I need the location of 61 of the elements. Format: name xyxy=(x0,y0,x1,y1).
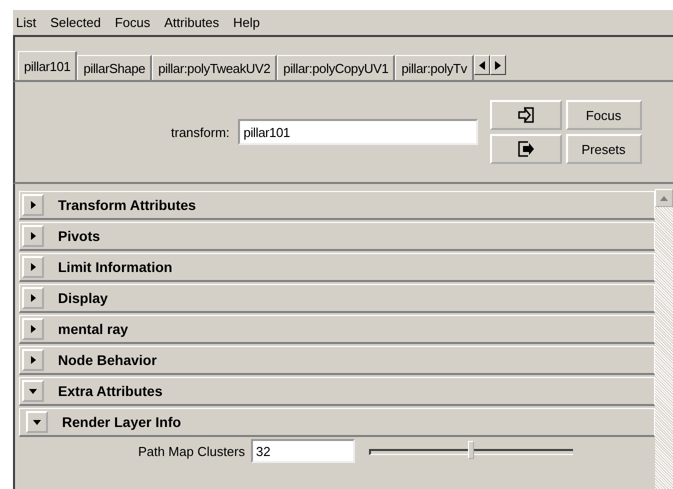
right-triangle-icon xyxy=(28,324,38,334)
node-name-field[interactable]: pillar101 xyxy=(238,119,478,145)
expand-toggle[interactable] xyxy=(22,287,44,309)
section-title: Display xyxy=(58,290,108,306)
menu-item[interactable]: Focus xyxy=(114,15,150,30)
arrow-into-box-icon xyxy=(516,107,535,123)
section-title: Pivots xyxy=(58,228,100,244)
section-header[interactable]: Render Layer Info xyxy=(19,408,655,437)
focus-button[interactable]: Focus xyxy=(566,100,642,130)
section-title: Render Layer Info xyxy=(62,414,182,430)
menu-item[interactable]: Selected xyxy=(50,15,101,30)
section-title: Transform Attributes xyxy=(58,197,196,213)
expand-toggle[interactable] xyxy=(22,256,44,278)
right-triangle-icon xyxy=(28,262,38,272)
menu-item[interactable]: Attributes xyxy=(164,15,220,30)
section-title: Limit Information xyxy=(58,259,172,275)
tab[interactable]: pillar101 xyxy=(18,51,78,80)
presets-button[interactable]: Presets xyxy=(566,134,642,164)
menu-item[interactable]: List xyxy=(16,15,36,30)
expand-toggle[interactable] xyxy=(22,380,44,402)
slider-thumb[interactable] xyxy=(468,441,474,459)
expand-toggle[interactable] xyxy=(22,194,44,216)
slider-track[interactable] xyxy=(369,441,573,461)
scroll-left-button[interactable] xyxy=(474,55,490,75)
tab[interactable]: pillar:polyTweakUV2 xyxy=(152,55,278,80)
right-triangle-icon xyxy=(28,355,38,365)
number-field[interactable]: 32 xyxy=(251,439,355,463)
tab[interactable]: pillar:polyCopyUV1 xyxy=(277,55,396,80)
tab[interactable]: pillar:polyTv xyxy=(395,55,474,80)
scrollbar[interactable] xyxy=(655,189,673,489)
section-header[interactable]: Transform Attributes xyxy=(19,191,655,220)
section-header[interactable]: Display xyxy=(19,284,655,313)
expand-toggle[interactable] xyxy=(26,411,48,433)
section-header[interactable]: Extra Attributes xyxy=(19,377,655,406)
right-triangle-icon xyxy=(28,231,38,241)
node-type-label: transform: xyxy=(171,124,230,140)
section-header[interactable]: Node Behavior xyxy=(19,346,655,375)
scroll-right-button[interactable] xyxy=(490,55,506,75)
section-header[interactable]: mental ray xyxy=(19,315,655,344)
section-title: Extra Attributes xyxy=(58,383,163,399)
menu-item[interactable]: Help xyxy=(233,15,260,30)
section-header[interactable]: Pivots xyxy=(19,222,655,251)
section-header[interactable]: Limit Information xyxy=(19,253,655,282)
left-triangle-icon xyxy=(478,60,485,70)
scroll-up-button[interactable] xyxy=(655,189,673,207)
right-triangle-icon xyxy=(28,200,38,210)
load-output-button[interactable] xyxy=(490,134,562,164)
section-title: Node Behavior xyxy=(58,352,157,368)
expand-toggle[interactable] xyxy=(22,225,44,247)
load-input-button[interactable] xyxy=(490,100,562,130)
right-triangle-icon xyxy=(28,293,38,303)
expand-toggle[interactable] xyxy=(22,318,44,340)
section-title: mental ray xyxy=(58,321,128,337)
right-triangle-icon xyxy=(494,60,501,70)
arrow-out-of-box-icon xyxy=(516,141,535,157)
expand-toggle[interactable] xyxy=(22,349,44,371)
tab[interactable]: pillarShape xyxy=(77,55,152,80)
field-label: Path Map Clusters xyxy=(137,444,245,458)
down-triangle-icon xyxy=(32,417,42,427)
up-triangle-icon xyxy=(660,196,668,200)
down-triangle-icon xyxy=(28,386,38,396)
